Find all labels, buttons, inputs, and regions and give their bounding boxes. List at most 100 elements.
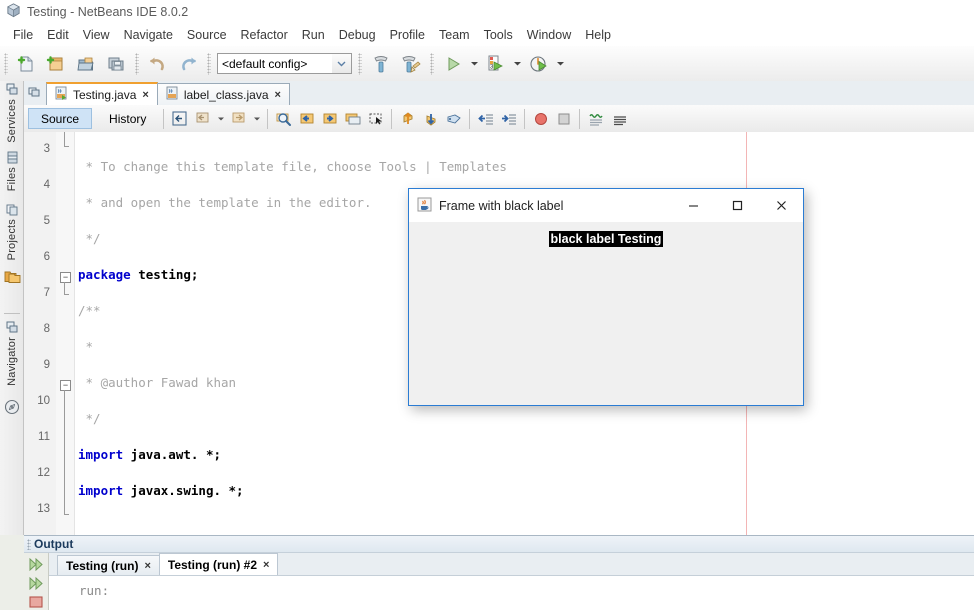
toggle-rectangular-selection-button[interactable] [364,108,387,130]
menu-item-help[interactable]: Help [578,26,618,44]
shift-left-button[interactable] [474,108,497,130]
last-edit-button[interactable] [168,108,191,130]
shift-right-button[interactable] [497,108,520,130]
forward-dropdown-arrow[interactable] [250,106,263,132]
toggle-breakpoint-button[interactable] [529,108,552,130]
output-tab-testing-run-2[interactable]: Testing (run) #2 × [159,553,279,575]
previous-bookmark-button[interactable] [396,108,419,130]
java-frame-window[interactable]: Frame with black label black label Testi… [408,188,804,406]
dock-minimize-icon[interactable] [28,85,41,101]
rerun-alt-button[interactable] [25,574,47,593]
menu-item-debug[interactable]: Debug [332,26,383,44]
back-button[interactable] [191,108,214,130]
back-arrow-icon [194,110,211,127]
rerun-green-arrow-icon [28,557,45,572]
sidebar-item-projects-label: Projects [6,219,18,260]
hammer-broom-icon [400,53,422,75]
forward-button[interactable] [227,108,250,130]
sidebar-item-services[interactable]: Services [2,83,22,143]
new-project-button[interactable] [41,49,71,79]
code-line: 11 import java.awt. *; [24,410,974,428]
navigator-compass-tab[interactable] [2,399,22,418]
java-frame-title-bar[interactable]: Frame with black label [409,189,803,222]
profile-dropdown-arrow[interactable] [554,51,567,77]
debug-project-button[interactable]: 3 [481,49,511,79]
menu-item-tools[interactable]: Tools [477,26,520,44]
code-line: 3 * To change this template file, choose… [24,132,974,140]
debug-icon: 3 [485,53,507,75]
projects-folder-icon [4,269,21,287]
menu-item-window[interactable]: Window [520,26,578,44]
close-icon[interactable]: × [274,89,282,101]
line-number: 9 [24,356,50,374]
redo-button[interactable] [173,49,203,79]
run-dropdown-arrow[interactable] [468,51,481,77]
editor-toolbar-separator-6 [579,109,580,129]
find-next-icon [321,110,339,128]
editor-tab-label-class-java[interactable]: label_class.java × [157,83,290,105]
find-previous-icon [298,110,316,128]
menu-item-edit[interactable]: Edit [40,26,76,44]
sidebar-item-projects[interactable]: Projects [2,203,22,260]
rerun-button[interactable] [25,555,47,574]
output-header[interactable]: Output [24,536,974,553]
undo-icon [147,53,169,75]
stop-process-button[interactable] [25,592,47,610]
menu-item-profile[interactable]: Profile [383,26,432,44]
close-icon[interactable]: × [144,560,150,572]
find-selection-button[interactable] [272,108,295,130]
undo-button[interactable] [143,49,173,79]
line-number: 11 [24,428,50,446]
open-project-button[interactable] [71,49,101,79]
comment-button[interactable] [584,108,607,130]
menu-item-refactor[interactable]: Refactor [234,26,295,44]
uncomment-button[interactable] [607,108,630,130]
window-title: Testing - NetBeans IDE 8.0.2 [27,5,188,19]
menu-item-team[interactable]: Team [432,26,477,44]
hammer-icon [370,53,392,75]
output-main: Testing (run) × Testing (run) #2 × run: [49,553,974,610]
new-file-button[interactable] [11,49,41,79]
java-coffee-cup-icon [417,197,432,215]
back-dropdown-arrow[interactable] [214,106,227,132]
close-icon[interactable]: × [263,559,269,571]
tab-source[interactable]: Source [28,108,92,129]
breakpoint-icon [532,110,550,128]
save-all-button[interactable] [101,49,131,79]
find-next-button[interactable] [318,108,341,130]
sidebar-item-navigator[interactable]: Navigator [2,321,22,386]
menu-item-run[interactable]: Run [295,26,332,44]
output-grip[interactable] [27,539,31,550]
minimize-button[interactable] [671,190,715,222]
editor-tab-testing-java[interactable]: Testing.java × [46,82,158,105]
projects-folder-icon-tab[interactable] [2,269,22,287]
close-button[interactable] [759,190,803,222]
toolbar-grip[interactable] [4,53,8,75]
project-config-combo[interactable]: <default config> [217,53,352,74]
toggle-bookmark-button[interactable] [442,108,465,130]
find-previous-button[interactable] [295,108,318,130]
sidebar-item-files[interactable]: Files [2,151,22,191]
next-bookmark-button[interactable] [419,108,442,130]
run-project-button[interactable] [438,49,468,79]
close-icon[interactable]: × [141,89,149,101]
menu-item-source[interactable]: Source [180,26,234,44]
netbeans-ide-window: Testing - NetBeans IDE 8.0.2 File Edit V… [0,0,974,610]
profile-project-button[interactable] [524,49,554,79]
debug-dropdown-arrow[interactable] [511,51,524,77]
sidebar-item-services-label: Services [6,99,18,143]
stop-button[interactable] [552,108,575,130]
menu-item-file[interactable]: File [6,26,40,44]
chevron-down-icon[interactable] [332,54,351,73]
build-project-button[interactable] [366,49,396,79]
menu-item-view[interactable]: View [76,26,117,44]
output-window: Output [24,535,974,610]
maximize-button[interactable] [715,190,759,222]
clean-build-button[interactable] [396,49,426,79]
toolbar-separator-4 [430,53,434,75]
toggle-highlight-button[interactable] [341,108,364,130]
tab-history[interactable]: History [96,108,159,129]
new-project-icon [46,54,66,74]
output-tab-testing-run[interactable]: Testing (run) × [57,555,160,575]
menu-item-navigate[interactable]: Navigate [117,26,180,44]
